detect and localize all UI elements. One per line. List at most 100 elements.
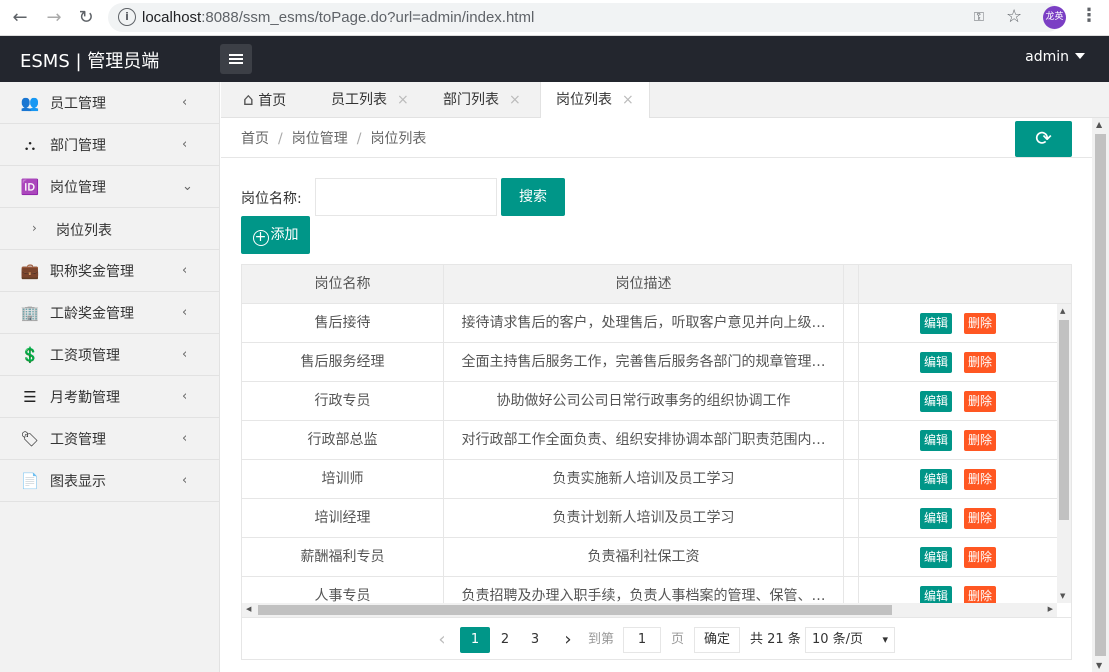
add-button[interactable]: + 添加 (241, 216, 310, 254)
sidebar-item-salary[interactable]: 🏷 工资管理 ‹ (0, 418, 219, 460)
table-body: 售后接待 接待请求售后的客户，处理售后，听取客户意见并向上级… 编辑 删除 售后服务经理… (242, 304, 1057, 603)
cell-position-name: 培训经理 (242, 499, 444, 538)
edit-button[interactable]: 编辑 (919, 507, 952, 529)
sidebar-item-employee[interactable]: 👥 员工管理 ‹ (0, 82, 219, 124)
chevron-left-icon: ‹ (182, 431, 188, 446)
sitemap-icon: ⛬ (24, 135, 36, 154)
cell-position-name: 人事专员 (242, 577, 444, 603)
sidebar-item-salary-item[interactable]: 💲 工资项管理 ‹ (0, 334, 219, 376)
cell-position-name: 售后服务经理 (242, 343, 444, 382)
delete-button[interactable]: 删除 (964, 507, 997, 529)
sidebar-item-label: 图表显示 (50, 473, 106, 490)
page-1[interactable]: 1 (460, 627, 490, 653)
cell-actions: 编辑 删除 (859, 382, 1057, 421)
cell-actions: 编辑 删除 (859, 577, 1057, 603)
cell-spacer (844, 343, 859, 382)
tab-home[interactable]: ⌂ 首页 (243, 82, 286, 118)
header-position-desc[interactable]: 岗位描述 (444, 265, 844, 304)
edit-button[interactable]: 编辑 (919, 546, 952, 568)
delete-button[interactable]: 删除 (964, 429, 997, 451)
cell-position-name: 行政部总监 (242, 421, 444, 460)
refresh-button[interactable]: ⟳ (1015, 121, 1072, 157)
delete-button[interactable]: 删除 (964, 390, 997, 412)
scroll-up-icon[interactable]: ▲ (1060, 307, 1065, 315)
delete-button[interactable]: 删除 (964, 468, 997, 490)
menu-toggle-icon[interactable] (220, 44, 252, 74)
tab-employee-list[interactable]: 员工列表 × (331, 82, 409, 118)
cell-spacer (844, 304, 859, 343)
scroll-thumb[interactable] (258, 605, 892, 615)
back-icon[interactable]: ← (8, 6, 32, 30)
sidebar-item-label: 岗位列表 (56, 223, 112, 239)
chevron-left-icon: ‹ (182, 347, 188, 362)
url-text[interactable]: localhost:8088/ssm_esms/toPage.do?url=ad… (142, 9, 534, 26)
table-row: 薪酬福利专员 负责福利社保工资 编辑 删除 (242, 538, 1057, 577)
sidebar-subitem-position-list[interactable]: › 岗位列表 (0, 208, 219, 250)
goto-page-input[interactable]: 1 (623, 627, 661, 653)
key-icon[interactable]: ⚿ (974, 10, 984, 25)
page-2[interactable]: 2 (495, 627, 515, 653)
delete-button[interactable]: 删除 (964, 351, 997, 373)
cell-position-name: 薪酬福利专员 (242, 538, 444, 577)
address-bar[interactable]: i localhost:8088/ssm_esms/toPage.do?url=… (108, 3, 1062, 32)
scroll-left-icon[interactable]: ◀ (246, 605, 251, 613)
scroll-right-icon[interactable]: ▶ (1048, 605, 1053, 613)
edit-button[interactable]: 编辑 (919, 312, 952, 334)
delete-button[interactable]: 删除 (964, 312, 997, 334)
delete-button[interactable]: 删除 (964, 546, 997, 568)
page-unit: 页 (671, 632, 685, 647)
close-icon[interactable]: × (397, 92, 409, 108)
next-page-icon[interactable]: › (558, 627, 578, 653)
page-scrollbar[interactable]: ▲ ▼ (1092, 118, 1109, 672)
sidebar-item-department[interactable]: ⛬ 部门管理 ‹ (0, 124, 219, 166)
bookmark-star-icon[interactable]: ☆ (1006, 6, 1022, 27)
position-name-input[interactable] (315, 178, 497, 216)
header-position-name[interactable]: 岗位名称 (242, 265, 444, 304)
table-horizontal-scrollbar[interactable]: ◀ ▶ (242, 603, 1057, 617)
sidebar-item-charts[interactable]: 📄 图表显示 ‹ (0, 460, 219, 502)
user-menu[interactable]: admin (1025, 49, 1085, 65)
tab-position-list[interactable]: 岗位列表 × (540, 82, 650, 119)
forward-icon[interactable]: → (42, 6, 66, 30)
sidebar-item-title-bonus[interactable]: 💼 职称奖金管理 ‹ (0, 250, 219, 292)
search-button[interactable]: 搜索 (501, 178, 565, 216)
scroll-down-icon[interactable]: ▼ (1060, 592, 1065, 600)
plus-circle-icon: + (252, 230, 269, 246)
table-row: 售后服务经理 全面主持售后服务工作，完善售后服务各部门的规章管理… 编辑 删除 (242, 343, 1057, 382)
sidebar-item-position[interactable]: 🆔 岗位管理 ⌄ (0, 166, 219, 208)
browser-menu-icon[interactable]: ⋮ (1080, 5, 1098, 26)
cell-actions: 编辑 删除 (859, 421, 1057, 460)
goto-confirm-button[interactable]: 确定 (694, 627, 740, 653)
sidebar-item-attendance[interactable]: ☰ 月考勤管理 ‹ (0, 376, 219, 418)
scroll-down-icon[interactable]: ▼ (1096, 661, 1102, 670)
scroll-thumb[interactable] (1095, 134, 1106, 656)
main-content: 首页 / 岗位管理 / 岗位列表 ⟳ 岗位名称: 搜索 + 添加 岗位名称 岗位描述 售后… (221, 118, 1092, 672)
tab-bar: ⌂ 首页 员工列表 × 部门列表 × 岗位列表 × (221, 82, 1109, 119)
scroll-thumb[interactable] (1059, 320, 1069, 520)
table-row: 人事专员 负责招聘及办理入职手续，负责人事档案的管理、保管、… 编辑 删除 (242, 577, 1057, 603)
reload-icon[interactable]: ↻ (74, 6, 98, 30)
info-icon[interactable]: i (118, 8, 136, 26)
sidebar-item-seniority-bonus[interactable]: 🏢 工龄奖金管理 ‹ (0, 292, 219, 334)
close-icon[interactable]: × (622, 92, 634, 108)
edit-button[interactable]: 编辑 (919, 390, 952, 412)
breadcrumb-home[interactable]: 首页 (241, 131, 269, 147)
edit-button[interactable]: 编辑 (919, 585, 952, 603)
sidebar-item-label: 月考勤管理 (50, 389, 120, 406)
close-icon[interactable]: × (509, 92, 521, 108)
table-vertical-scrollbar[interactable]: ▲ ▼ (1057, 304, 1071, 603)
chevron-left-icon: ‹ (182, 473, 188, 488)
profile-avatar[interactable]: 龙英 (1043, 6, 1066, 29)
page-3[interactable]: 3 (525, 627, 545, 653)
scroll-up-icon[interactable]: ▲ (1096, 120, 1102, 129)
cell-position-desc: 对行政部工作全面负责、组织安排协调本部门职责范围内… (444, 421, 844, 460)
delete-button[interactable]: 删除 (964, 585, 997, 603)
cell-position-desc: 接待请求售后的客户，处理售后，听取客户意见并向上级… (444, 304, 844, 343)
edit-button[interactable]: 编辑 (919, 429, 952, 451)
tab-department-list[interactable]: 部门列表 × (443, 82, 521, 118)
page-size-select[interactable]: 10 条/页 ▾ (805, 627, 895, 653)
prev-page-icon[interactable]: ‹ (432, 627, 452, 653)
breadcrumb-position-mgmt[interactable]: 岗位管理 (292, 131, 348, 147)
edit-button[interactable]: 编辑 (919, 351, 952, 373)
edit-button[interactable]: 编辑 (919, 468, 952, 490)
